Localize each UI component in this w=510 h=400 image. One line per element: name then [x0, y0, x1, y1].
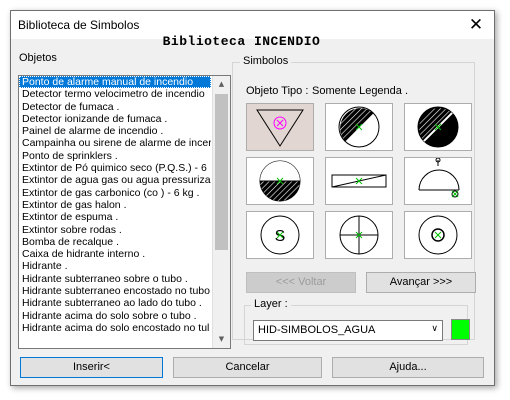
- list-item[interactable]: Hidrante subterraneo ao lado do tubo .: [19, 297, 211, 309]
- bell-symbol-icon: [418, 158, 460, 198]
- list-item[interactable]: Hidrante acima do solo encostado no tul: [19, 322, 211, 334]
- list-item[interactable]: Extintor de Pó quimico seco (P.Q.S.) - 6: [19, 162, 211, 174]
- circle-hatched-half-symbol[interactable]: [325, 103, 393, 151]
- list-item[interactable]: Hidrante subterraneo sobre o tubo .: [19, 273, 211, 285]
- objects-list[interactable]: Ponto de alarme manual de incendio Detect…: [19, 76, 211, 334]
- layer-select-value: HID-SIMBOLOS_AGUA: [258, 324, 376, 336]
- cancel-button[interactable]: Cancelar: [173, 357, 322, 378]
- circle-cross-symbol-icon: [339, 215, 379, 255]
- circle-ring-symbol-icon: [418, 215, 458, 255]
- list-item[interactable]: Ponto de sprinklers .: [19, 150, 211, 162]
- list-item[interactable]: Ponto de alarme manual de incendio: [19, 76, 211, 89]
- symbols-group-label: Simbolos: [240, 55, 292, 67]
- insert-button[interactable]: Inserir<: [20, 357, 163, 378]
- list-item[interactable]: Caixa de hidrante interno .: [19, 248, 211, 260]
- list-item[interactable]: Hidrante .: [19, 260, 211, 272]
- circle-hatched-half-symbol-icon: [338, 106, 380, 148]
- back-button[interactable]: <<< Voltar: [246, 272, 356, 293]
- list-item[interactable]: Extintor de espuma .: [19, 211, 211, 223]
- help-button[interactable]: Ajuda...: [332, 357, 484, 378]
- list-item[interactable]: Detector de fumaca .: [19, 101, 211, 113]
- list-item[interactable]: Hidrante subterraneo encostado no tubo: [19, 285, 211, 297]
- scroll-thumb[interactable]: [215, 94, 228, 250]
- circle-hatched-black-symbol[interactable]: [404, 103, 472, 151]
- objects-scrollbar[interactable]: ▲ ▼: [212, 76, 230, 348]
- layer-label: Layer :: [251, 298, 291, 310]
- triangle-alarm-symbol-icon: [256, 109, 304, 147]
- circle-hatched-black-symbol-icon: [417, 106, 459, 148]
- circle-cross-symbol[interactable]: [325, 211, 393, 259]
- rectangle-diagonal-symbol[interactable]: [325, 157, 393, 205]
- scroll-down-arrow-icon[interactable]: ▼: [213, 331, 230, 348]
- list-item[interactable]: Extintor de agua gas ou agua pressuriza: [19, 174, 211, 186]
- rectangle-diagonal-symbol-icon: [331, 174, 387, 188]
- list-item[interactable]: Bomba de recalque .: [19, 236, 211, 248]
- window-title: Biblioteca de Simbolos: [18, 18, 140, 32]
- list-item[interactable]: Extintor de gas halon .: [19, 199, 211, 211]
- object-type-value: Somente Legenda .: [312, 85, 409, 97]
- list-item[interactable]: Extintor de gas carbonico (co ) - 6 kg .: [19, 187, 211, 199]
- list-item[interactable]: Painel de alarme de incendio .: [19, 125, 211, 137]
- scroll-up-arrow-icon[interactable]: ▲: [213, 76, 230, 93]
- svg-text:S: S: [275, 228, 286, 245]
- library-title: Biblioteca INCENDIO: [162, 34, 321, 49]
- circle-ring-symbol[interactable]: [404, 211, 472, 259]
- circle-s-symbol[interactable]: S: [246, 211, 314, 259]
- objects-listbox[interactable]: Ponto de alarme manual de incendio Detect…: [18, 75, 231, 349]
- layer-color-swatch[interactable]: [451, 319, 470, 340]
- layer-select[interactable]: HID-SIMBOLOS_AGUA ∨: [253, 320, 443, 341]
- list-item[interactable]: Detector ionizande de fumaca .: [19, 113, 211, 125]
- circle-hatched-bottom-symbol[interactable]: [246, 157, 314, 205]
- circle-hatched-bottom-symbol-icon: [259, 160, 301, 202]
- list-item[interactable]: Extintor sobre rodas .: [19, 224, 211, 236]
- next-button[interactable]: Avançar >>>: [366, 272, 476, 293]
- close-icon[interactable]: ✕: [466, 15, 486, 35]
- circle-s-symbol-icon: S: [260, 215, 300, 255]
- chevron-down-icon[interactable]: ∨: [431, 324, 438, 334]
- object-type-label: Objeto Tipo :: [246, 85, 309, 97]
- list-item[interactable]: Detector termo velocimetro de incendio: [19, 88, 211, 100]
- objects-label: Objetos: [19, 52, 57, 64]
- list-item[interactable]: Hidrante acima do solo sobre o tubo .: [19, 310, 211, 322]
- bell-symbol[interactable]: [404, 157, 472, 205]
- list-item[interactable]: Campainha ou sirene de alarme de incer: [19, 137, 211, 149]
- triangle-alarm-symbol[interactable]: [246, 103, 314, 151]
